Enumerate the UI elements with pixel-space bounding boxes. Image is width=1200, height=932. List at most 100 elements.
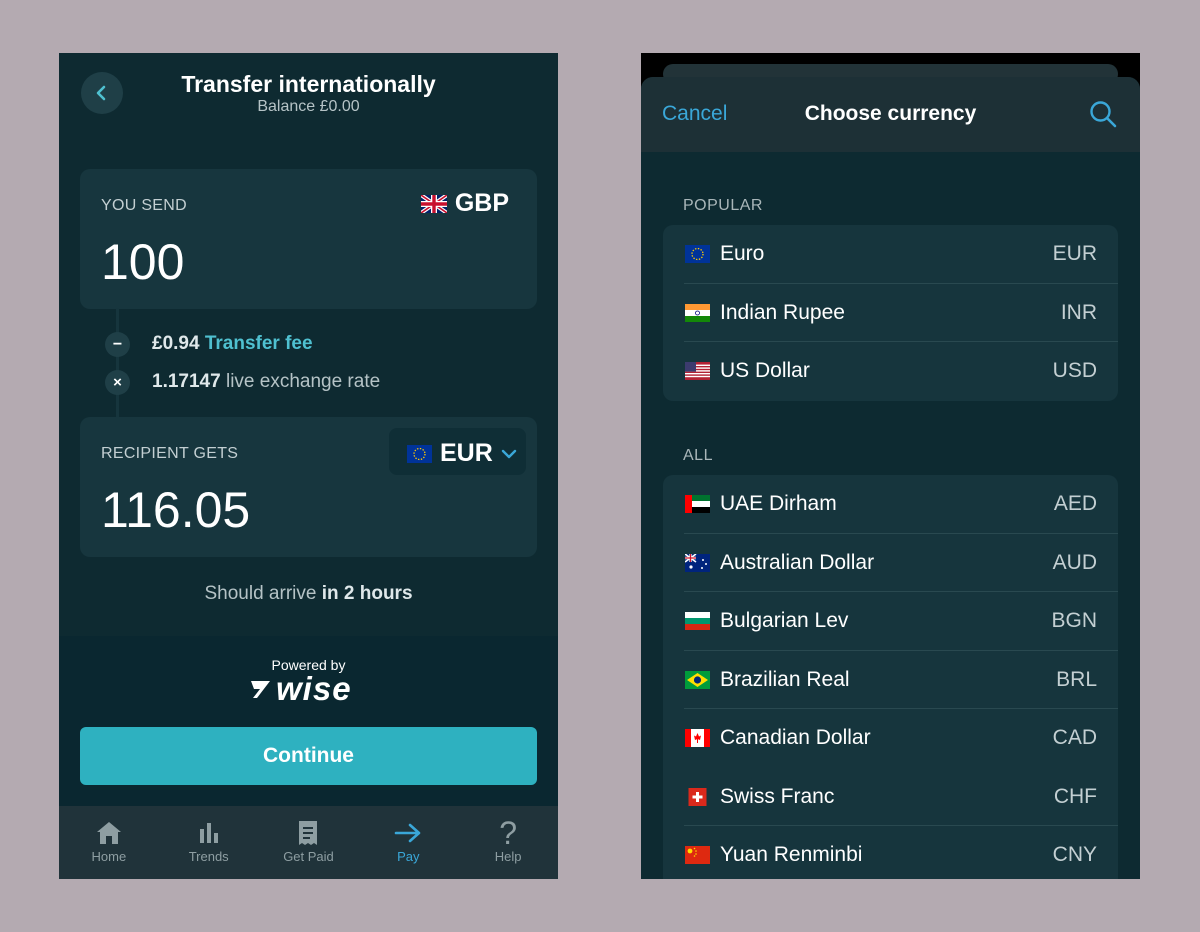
currency-code: EUR — [1052, 242, 1097, 266]
tab-help[interactable]: ? Help — [458, 806, 558, 879]
send-label: YOU SEND — [101, 197, 187, 214]
currency-code: CHF — [1053, 784, 1097, 808]
popular-currency-list: Euro EUR Indian Rupee INR US Dollar USD — [663, 225, 1118, 401]
receive-label: RECIPIENT GETS — [101, 445, 239, 462]
all-currency-list: UAE Dirham AED Australian Dollar AUD Bul… — [663, 475, 1118, 879]
india-flag-icon — [685, 303, 710, 322]
currency-name: Australian Dollar — [720, 550, 875, 574]
receive-currency-code: EUR — [440, 439, 493, 467]
currency-name: US Dollar — [720, 359, 810, 383]
currency-row-inr[interactable]: Indian Rupee INR — [663, 284, 1118, 342]
sheet-header: Cancel Choose currency — [641, 77, 1140, 152]
send-card[interactable]: YOU SEND GBP 100 — [80, 169, 537, 309]
currency-code: CAD — [1052, 726, 1097, 750]
currency-name: Euro — [720, 242, 765, 266]
currency-picker-screen: Cancel Choose currency POPULAR Euro EUR … — [641, 53, 1140, 879]
continue-button[interactable]: Continue — [80, 727, 537, 785]
tab-home[interactable]: Home — [59, 806, 159, 879]
currency-row-aud[interactable]: Australian Dollar AUD — [663, 534, 1118, 592]
tab-label: Get Paid — [283, 849, 334, 864]
canada-flag-icon — [685, 729, 710, 748]
tab-label: Trends — [188, 849, 229, 864]
footer-panel: Powered by wise Continue — [59, 636, 558, 806]
popular-section-label: POPULAR — [683, 197, 763, 214]
bar-chart-icon — [199, 823, 218, 843]
currency-code: AUD — [1052, 550, 1097, 574]
tab-label: Help — [494, 849, 522, 864]
timeline-connector — [116, 308, 119, 418]
transfer-screen: Transfer internationally Balance £0.00 Y… — [59, 53, 558, 879]
arrival-time: in 2 hours — [321, 583, 413, 604]
currency-row-bgn[interactable]: Bulgarian Lev BGN — [663, 592, 1118, 651]
currency-code: INR — [1060, 300, 1097, 324]
wise-flag-icon — [251, 681, 270, 698]
page-title: Transfer internationally — [181, 71, 436, 97]
currency-name: Yuan Renminbi — [720, 843, 863, 867]
switzerland-flag-icon — [688, 787, 707, 806]
currency-code: CNY — [1052, 843, 1097, 867]
receive-card[interactable]: RECIPIENT GETS EUR 116.05 — [80, 417, 537, 557]
currency-code: BGN — [1051, 609, 1097, 633]
currency-row-cny[interactable]: Yuan Renminbi CNY — [663, 826, 1118, 879]
rate-value: 1.17147 — [152, 371, 221, 392]
currency-row-usd[interactable]: US Dollar USD — [663, 342, 1118, 401]
tab-bar: Home Trends Get Paid Pay ? Help — [59, 806, 558, 879]
transfer-fee-link[interactable]: Transfer fee — [205, 333, 313, 354]
receipt-icon — [299, 821, 318, 845]
fee-row: £0.94 Transfer fee — [152, 333, 313, 355]
all-section-label: ALL — [683, 447, 713, 464]
search-button[interactable] — [1088, 99, 1118, 134]
uae-flag-icon — [685, 495, 710, 514]
currency-code: AED — [1053, 492, 1097, 516]
sheet-title: Choose currency — [804, 102, 977, 125]
us-flag-icon — [685, 362, 710, 381]
minus-icon: − — [105, 332, 130, 357]
arrival-prefix: Should arrive — [204, 583, 317, 604]
brazil-flag-icon — [685, 670, 710, 689]
currency-row-eur[interactable]: Euro EUR — [663, 225, 1118, 284]
home-icon — [96, 822, 121, 844]
send-currency[interactable]: GBP — [420, 189, 509, 218]
wise-logo: wise — [248, 670, 352, 708]
receive-amount: 116.05 — [101, 482, 251, 538]
currency-sheet: Cancel Choose currency POPULAR Euro EUR … — [641, 77, 1140, 879]
australia-flag-icon — [685, 553, 710, 572]
send-currency-code: GBP — [454, 189, 509, 217]
eu-flag-icon — [685, 245, 710, 264]
currency-name: Canadian Dollar — [720, 726, 871, 750]
uk-flag-icon — [420, 194, 447, 213]
tab-label: Home — [91, 849, 127, 864]
tab-label: Pay — [397, 849, 420, 864]
currency-row-brl[interactable]: Brazilian Real BRL — [663, 651, 1118, 709]
arrow-right-icon — [394, 823, 421, 843]
currency-row-chf[interactable]: Swiss Franc CHF — [663, 768, 1118, 826]
currency-name: Swiss Franc — [720, 784, 835, 808]
currency-name: Indian Rupee — [720, 300, 845, 324]
balance-text: Balance £0.00 — [257, 98, 360, 115]
tab-get-paid[interactable]: Get Paid — [259, 806, 359, 879]
currency-selector-button[interactable]: EUR — [389, 428, 526, 475]
china-flag-icon — [685, 846, 710, 865]
question-icon: ? — [499, 815, 517, 851]
fee-amount: £0.94 — [152, 333, 200, 354]
arrival-text: Should arrive in 2 hours — [59, 583, 558, 605]
bulgaria-flag-icon — [685, 612, 710, 631]
tab-trends[interactable]: Trends — [159, 806, 259, 879]
wise-wordmark: wise — [276, 670, 352, 707]
search-icon — [1090, 101, 1117, 128]
currency-row-cad[interactable]: Canadian Dollar CAD — [663, 709, 1118, 768]
chevron-down-icon — [501, 449, 516, 458]
send-amount-input[interactable]: 100 — [101, 233, 184, 291]
eu-flag-icon — [407, 444, 432, 463]
currency-name: Bulgarian Lev — [720, 609, 849, 633]
currency-name: Brazilian Real — [720, 667, 850, 691]
rate-row: 1.17147 live exchange rate — [152, 371, 380, 393]
currency-name: UAE Dirham — [720, 492, 837, 516]
tab-pay[interactable]: Pay — [358, 806, 458, 879]
multiply-icon: × — [105, 370, 130, 395]
receive-currency: EUR — [407, 439, 525, 468]
currency-row-aed[interactable]: UAE Dirham AED — [663, 475, 1118, 534]
currency-code: USD — [1052, 359, 1097, 383]
currency-code: BRL — [1056, 667, 1097, 691]
rate-text: live exchange rate — [225, 371, 381, 392]
